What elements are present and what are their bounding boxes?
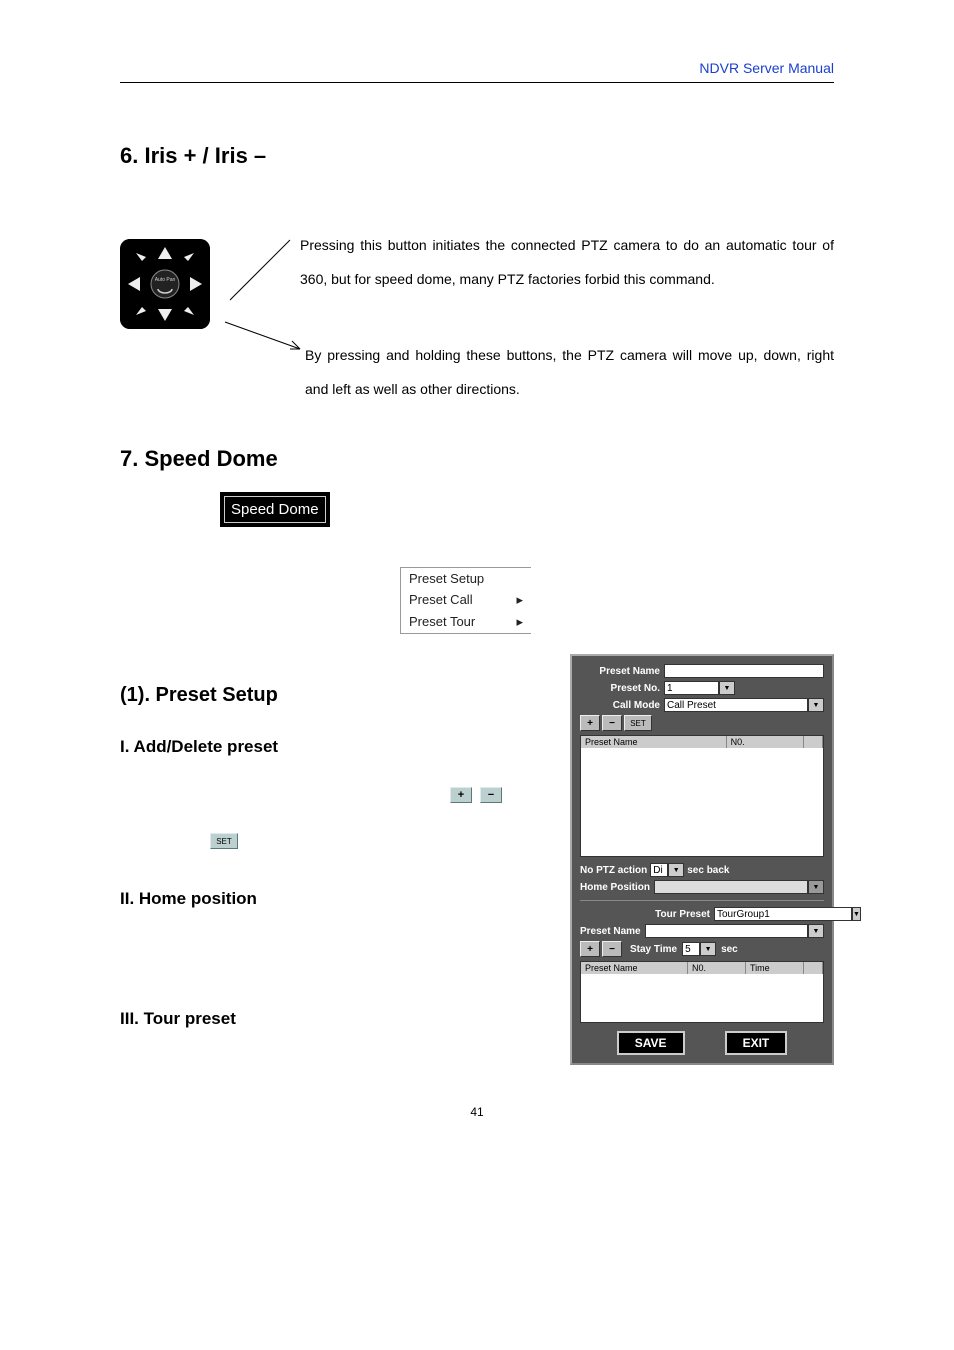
select-tour-preset[interactable] — [714, 907, 852, 921]
context-menu: Preset Setup Preset Call ▸ Preset Tour ▸ — [400, 567, 531, 634]
col-preset-name-2: Preset Name — [581, 962, 688, 974]
header-divider — [120, 82, 834, 83]
label-sec-back: sec back — [687, 865, 729, 876]
preset-list: Preset Name N0. — [580, 735, 824, 857]
tour-plus-button[interactable]: + — [580, 941, 600, 957]
page-number: 41 — [120, 1105, 834, 1119]
col-preset-name: Preset Name — [581, 736, 727, 748]
label-home-position: Home Position — [580, 882, 654, 893]
menu-item-label: Preset Setup — [409, 571, 484, 586]
panel-plus-button[interactable]: + — [580, 715, 600, 731]
callout-arrow-2 — [220, 317, 420, 357]
ptz-control-icon: Auto Pan — [120, 239, 210, 329]
dropdown-button[interactable]: ▼ — [668, 863, 684, 877]
preset-setup-dialog: Preset Name Preset No. ▼ Call Mode ▼ — [570, 654, 834, 1065]
speed-dome-button-label: Speed Dome — [224, 496, 326, 523]
label-sec: sec — [721, 944, 738, 955]
dropdown-button[interactable]: ▼ — [700, 942, 716, 956]
col-no-2: N0. — [688, 962, 746, 974]
col-time: Time — [746, 962, 804, 974]
input-preset-no[interactable] — [664, 681, 719, 695]
menu-item-preset-call[interactable]: Preset Call ▸ — [401, 589, 531, 611]
svg-text:Auto Pan: Auto Pan — [155, 277, 176, 283]
panel-set-button[interactable]: SET — [624, 715, 652, 731]
label-stay-time: Stay Time — [630, 944, 677, 955]
select-no-ptz[interactable] — [650, 863, 668, 877]
menu-item-label: Preset Call — [409, 592, 473, 608]
plus-button[interactable]: + — [450, 787, 472, 803]
save-button[interactable]: SAVE — [617, 1031, 685, 1055]
minus-button[interactable]: − — [480, 787, 502, 803]
label-preset-name-2: Preset Name — [580, 926, 645, 937]
label-preset-name: Preset Name — [580, 666, 664, 677]
submenu-arrow-icon: ▸ — [516, 614, 523, 630]
select-home-position[interactable] — [654, 880, 808, 894]
select-stay-time[interactable] — [682, 942, 700, 956]
tour-preset-list: Preset Name N0. Time — [580, 961, 824, 1023]
dropdown-button[interactable]: ▼ — [719, 681, 735, 695]
menu-item-preset-tour[interactable]: Preset Tour ▸ — [401, 611, 531, 633]
col-no: N0. — [727, 736, 804, 748]
speed-dome-button[interactable]: Speed Dome — [220, 492, 330, 527]
iris-paragraph-1: Pressing this button initiates the conne… — [300, 229, 834, 296]
label-preset-no: Preset No. — [580, 683, 664, 694]
input-preset-name[interactable] — [664, 664, 824, 678]
exit-button[interactable]: EXIT — [725, 1031, 788, 1055]
tour-minus-button[interactable]: − — [602, 941, 622, 957]
heading-speed-dome: 7. Speed Dome — [120, 446, 834, 472]
label-call-mode: Call Mode — [580, 700, 664, 711]
label-tour-preset: Tour Preset — [580, 909, 714, 920]
select-call-mode[interactable] — [664, 698, 808, 712]
menu-item-preset-setup[interactable]: Preset Setup — [401, 568, 531, 589]
dropdown-button[interactable]: ▼ — [808, 924, 824, 938]
heading-add-delete: I. Add/Delete preset — [120, 737, 530, 757]
panel-minus-button[interactable]: − — [602, 715, 622, 731]
heading-preset-setup: (1). Preset Setup — [120, 684, 530, 707]
heading-home-position: II. Home position — [120, 889, 530, 909]
set-button[interactable]: SET — [210, 833, 238, 849]
dropdown-button[interactable]: ▼ — [808, 880, 824, 894]
dropdown-button[interactable]: ▼ — [852, 907, 861, 921]
callout-arrow-1 — [225, 235, 295, 315]
submenu-arrow-icon: ▸ — [516, 592, 523, 608]
header-manual-title: NDVR Server Manual — [120, 60, 834, 76]
heading-tour-preset: III. Tour preset — [120, 1009, 530, 1029]
heading-iris: 6. Iris + / Iris – — [120, 143, 834, 169]
select-preset-name-2[interactable] — [645, 924, 808, 938]
label-no-ptz-action: No PTZ action — [580, 865, 647, 876]
dropdown-button[interactable]: ▼ — [808, 698, 824, 712]
menu-item-label: Preset Tour — [409, 614, 475, 630]
